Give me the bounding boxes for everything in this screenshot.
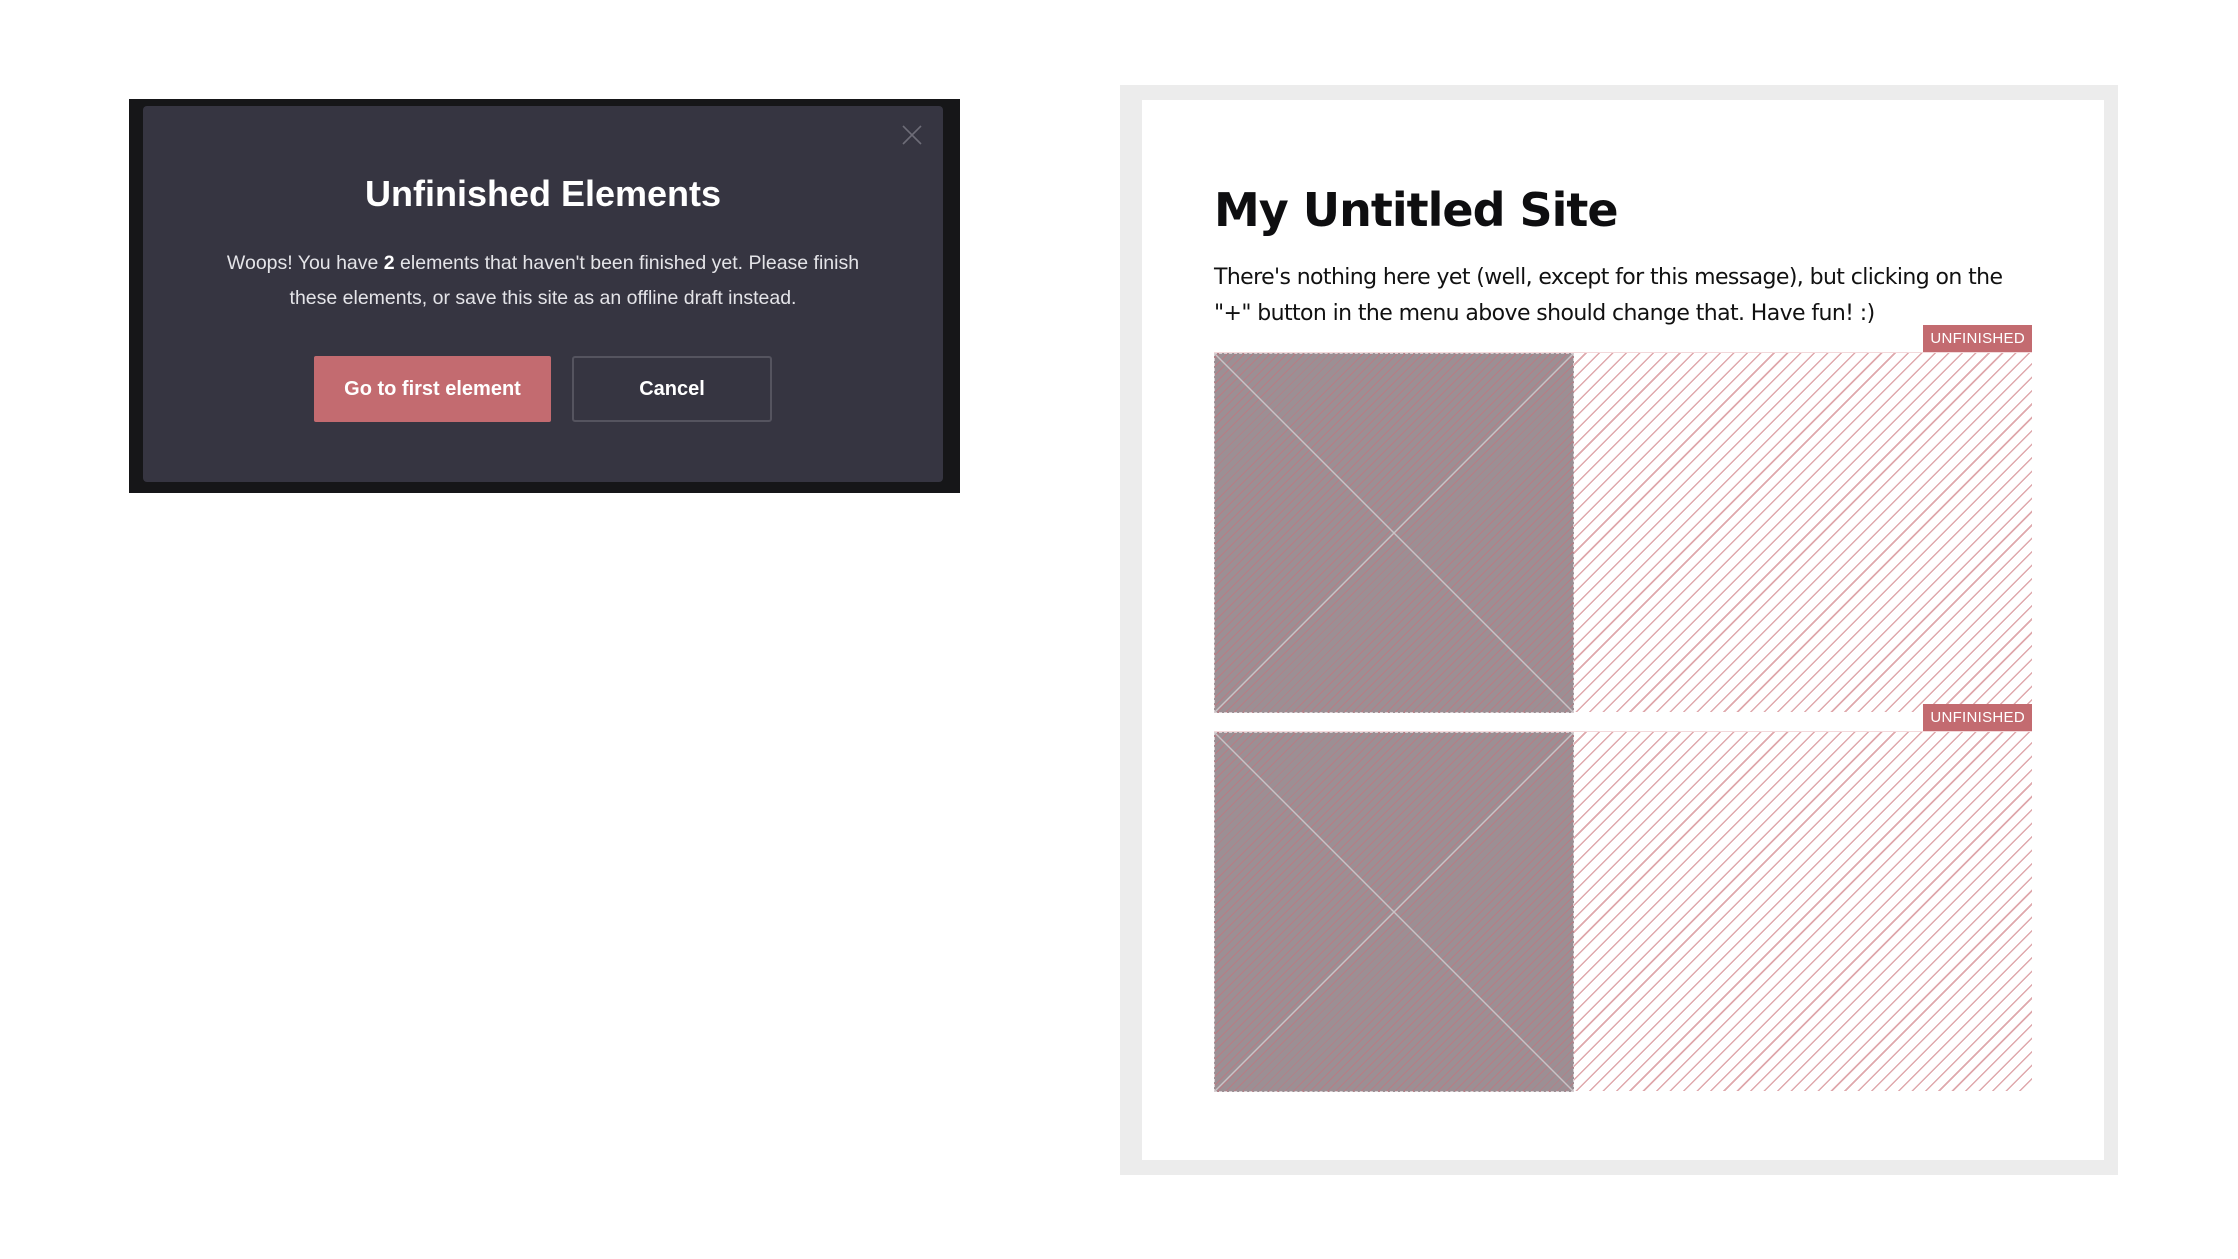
unfinished-element-body[interactable] bbox=[1214, 731, 2032, 1092]
site-title: My Untitled Site bbox=[1214, 183, 1619, 237]
go-to-first-element-button[interactable]: Go to first element bbox=[314, 356, 551, 422]
unfinished-element[interactable]: UNFINISHED bbox=[1214, 325, 2032, 713]
unfinished-elements-dialog: Unfinished Elements Woops! You have 2 el… bbox=[143, 106, 943, 482]
dialog-message: Woops! You have 2 elements that haven't … bbox=[203, 246, 883, 316]
site-preview-page: My Untitled Site There's nothing here ye… bbox=[1142, 100, 2104, 1160]
dialog-title: Unfinished Elements bbox=[364, 173, 722, 214]
unfinished-element-body[interactable] bbox=[1214, 352, 2032, 713]
unfinished-badge: UNFINISHED bbox=[1923, 704, 2032, 731]
dialog-message-start: Woops! You have bbox=[226, 252, 384, 274]
unfinished-element[interactable]: UNFINISHED bbox=[1214, 704, 2032, 1092]
cancel-button[interactable]: Cancel bbox=[572, 356, 772, 422]
image-placeholder-icon[interactable] bbox=[1214, 353, 1574, 713]
close-icon[interactable] bbox=[900, 123, 924, 147]
image-placeholder-icon[interactable] bbox=[1214, 732, 1574, 1092]
modal-screenshot: Unfinished Elements Woops! You have 2 el… bbox=[129, 99, 960, 493]
unfinished-count: 2 bbox=[383, 252, 395, 274]
dialog-actions: Go to first element Cancel bbox=[143, 356, 943, 422]
unfinished-badge: UNFINISHED bbox=[1923, 325, 2032, 352]
site-preview-frame: My Untitled Site There's nothing here ye… bbox=[1120, 85, 2118, 1175]
site-intro-text: There's nothing here yet (well, except f… bbox=[1214, 265, 2003, 326]
